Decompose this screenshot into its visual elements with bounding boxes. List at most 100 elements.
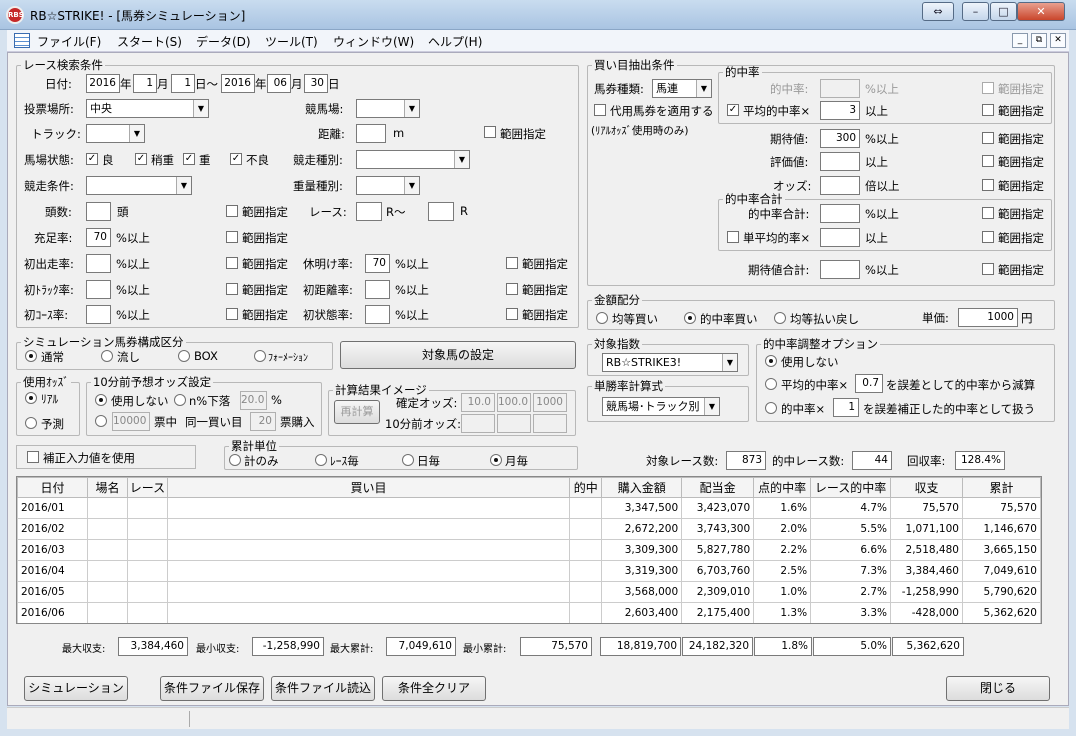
- menu-window[interactable]: ウィンドウ(W): [333, 33, 414, 50]
- venue-select[interactable]: 中央 ▼: [86, 99, 209, 118]
- col-race-hit[interactable]: レース的中率: [810, 477, 891, 498]
- unit-month-radio[interactable]: [490, 454, 502, 466]
- single-avg-input[interactable]: [820, 228, 860, 247]
- restore-icon[interactable]: ⇔: [922, 2, 954, 21]
- avg-hit-range-checkbox[interactable]: [982, 104, 994, 116]
- pre10-count-radio[interactable]: [95, 415, 107, 427]
- table-row[interactable]: 2016/06 2,603,400 2,175,400 1.3% 3.3% -428,00…: [17, 602, 1041, 623]
- cond-heavy-checkbox[interactable]: ✓: [183, 153, 195, 165]
- adjust-multiply-input[interactable]: 1: [833, 398, 859, 417]
- track-select[interactable]: ▼: [86, 124, 145, 143]
- col-bets[interactable]: 買い目: [166, 477, 571, 498]
- rest-rate-input[interactable]: 70: [365, 254, 390, 273]
- sim-formation-radio[interactable]: [254, 350, 266, 362]
- col-purchase[interactable]: 購入金額: [601, 477, 683, 498]
- minimize-button[interactable]: –: [962, 2, 989, 21]
- hit-rate-input[interactable]: [820, 79, 860, 98]
- avg-hit-input[interactable]: 3: [820, 101, 860, 120]
- expected-sum-input[interactable]: [820, 260, 860, 279]
- ticket-kind-select[interactable]: 馬連 ▼: [652, 79, 712, 98]
- col-hit[interactable]: 的中: [569, 477, 603, 498]
- rest-range-checkbox[interactable]: [506, 257, 518, 269]
- save-conditions-button[interactable]: 条件ファイル保存: [160, 676, 264, 701]
- recalc-button[interactable]: 再計算: [334, 400, 380, 424]
- pre10-drop-radio[interactable]: [174, 394, 186, 406]
- first-track-range-checkbox[interactable]: [226, 283, 238, 295]
- expected-range-checkbox[interactable]: [982, 132, 994, 144]
- pre10-same-input[interactable]: 20: [250, 412, 276, 431]
- day-from-input[interactable]: 1: [171, 74, 195, 93]
- col-payout[interactable]: 配当金: [681, 477, 755, 498]
- close-button[interactable]: 閉じる: [946, 676, 1050, 701]
- mdi-close-icon[interactable]: ✕: [1050, 33, 1066, 48]
- adjust-subtract-radio[interactable]: [765, 378, 777, 390]
- expected-sum-range-checkbox[interactable]: [982, 263, 994, 275]
- unit-price-input[interactable]: 1000: [958, 308, 1018, 327]
- index-select[interactable]: RB☆STRIKE3! ▼: [602, 353, 738, 372]
- money-hitrate-radio[interactable]: [684, 312, 696, 324]
- maximize-button[interactable]: □: [990, 2, 1017, 21]
- table-row[interactable]: 2016/04 3,319,300 6,703,760 2.5% 7.3% 3,384,4…: [17, 560, 1041, 582]
- first-state-range-checkbox[interactable]: [506, 308, 518, 320]
- odds-forecast-radio[interactable]: [25, 417, 37, 429]
- hit-sum-input[interactable]: [820, 204, 860, 223]
- money-equal-radio[interactable]: [596, 312, 608, 324]
- menu-data[interactable]: データ(D): [196, 33, 251, 50]
- col-date[interactable]: 日付: [17, 477, 88, 498]
- win-formula-select[interactable]: 競馬場･トラック別 ▼: [602, 397, 720, 416]
- pre10-count-input[interactable]: 10000: [112, 412, 150, 431]
- results-table[interactable]: 日付 場名 レース 買い目 的中 購入金額 配当金 点的中率 レース的中率 収支…: [16, 476, 1042, 624]
- course-select[interactable]: ▼: [356, 99, 420, 118]
- mdi-restore-icon[interactable]: ⧉: [1031, 33, 1047, 48]
- month-from-input[interactable]: 1: [133, 74, 157, 93]
- distance-range-checkbox[interactable]: [484, 126, 496, 138]
- race-type-select[interactable]: ▼: [356, 150, 470, 169]
- expected-input[interactable]: 300: [820, 129, 860, 148]
- evaluation-input[interactable]: [820, 152, 860, 171]
- first-course-range-checkbox[interactable]: [226, 308, 238, 320]
- avg-hit-checkbox[interactable]: ✓: [727, 104, 739, 116]
- correction-checkbox[interactable]: [27, 451, 39, 463]
- table-row[interactable]: 2016/01 3,347,500 3,423,070 1.6% 4.7% 75,570 7…: [17, 497, 1041, 519]
- menu-tool[interactable]: ツール(T): [265, 33, 318, 50]
- clear-conditions-button[interactable]: 条件全クリア: [382, 676, 486, 701]
- day-to-input[interactable]: 30: [304, 74, 328, 93]
- target-horse-button[interactable]: 対象馬の設定: [340, 341, 576, 369]
- race-from-input[interactable]: [356, 202, 382, 221]
- race-condition-select[interactable]: ▼: [86, 176, 192, 195]
- simulation-button[interactable]: シミュレーション: [24, 676, 128, 701]
- heads-range-checkbox[interactable]: [226, 205, 238, 217]
- adjust-none-radio[interactable]: [765, 355, 777, 367]
- race-to-input[interactable]: [428, 202, 454, 221]
- sim-box-radio[interactable]: [178, 350, 190, 362]
- evaluation-range-checkbox[interactable]: [982, 155, 994, 167]
- single-avg-range-checkbox[interactable]: [982, 231, 994, 243]
- cond-slightly-heavy-checkbox[interactable]: ✓: [135, 153, 147, 165]
- col-cumulative[interactable]: 累計: [961, 477, 1041, 498]
- sim-normal-radio[interactable]: [25, 350, 37, 362]
- fill-rate-input[interactable]: 70: [86, 228, 111, 247]
- year-to-input[interactable]: 2016: [221, 74, 255, 93]
- year-from-input[interactable]: 2016: [86, 74, 120, 93]
- pre10-unused-radio[interactable]: [95, 394, 107, 406]
- table-row[interactable]: 2016/05 3,568,000 2,309,010 1.0% 2.7% -1,258,…: [17, 581, 1041, 603]
- adjust-subtract-input[interactable]: 0.7: [855, 374, 883, 393]
- first-state-input[interactable]: [365, 305, 390, 324]
- month-to-input[interactable]: 06: [267, 74, 291, 93]
- col-point-hit[interactable]: 点的中率: [753, 477, 812, 498]
- col-venue[interactable]: 場名: [86, 477, 128, 498]
- fill-range-checkbox[interactable]: [226, 231, 238, 243]
- unit-day-radio[interactable]: [402, 454, 414, 466]
- hit-rate-range-checkbox[interactable]: [982, 82, 994, 94]
- money-payout-radio[interactable]: [774, 312, 786, 324]
- col-balance[interactable]: 収支: [890, 477, 963, 498]
- menu-file[interactable]: ファイル(F): [37, 33, 101, 50]
- first-run-range-checkbox[interactable]: [226, 257, 238, 269]
- cond-good-checkbox[interactable]: ✓: [86, 153, 98, 165]
- table-row[interactable]: 2016/03 3,309,300 5,827,780 2.2% 6.6% 2,518,4…: [17, 539, 1041, 561]
- first-distance-input[interactable]: [365, 280, 390, 299]
- hit-sum-range-checkbox[interactable]: [982, 207, 994, 219]
- first-course-input[interactable]: [86, 305, 111, 324]
- cond-bad-checkbox[interactable]: ✓: [230, 153, 242, 165]
- single-avg-checkbox[interactable]: [727, 231, 739, 243]
